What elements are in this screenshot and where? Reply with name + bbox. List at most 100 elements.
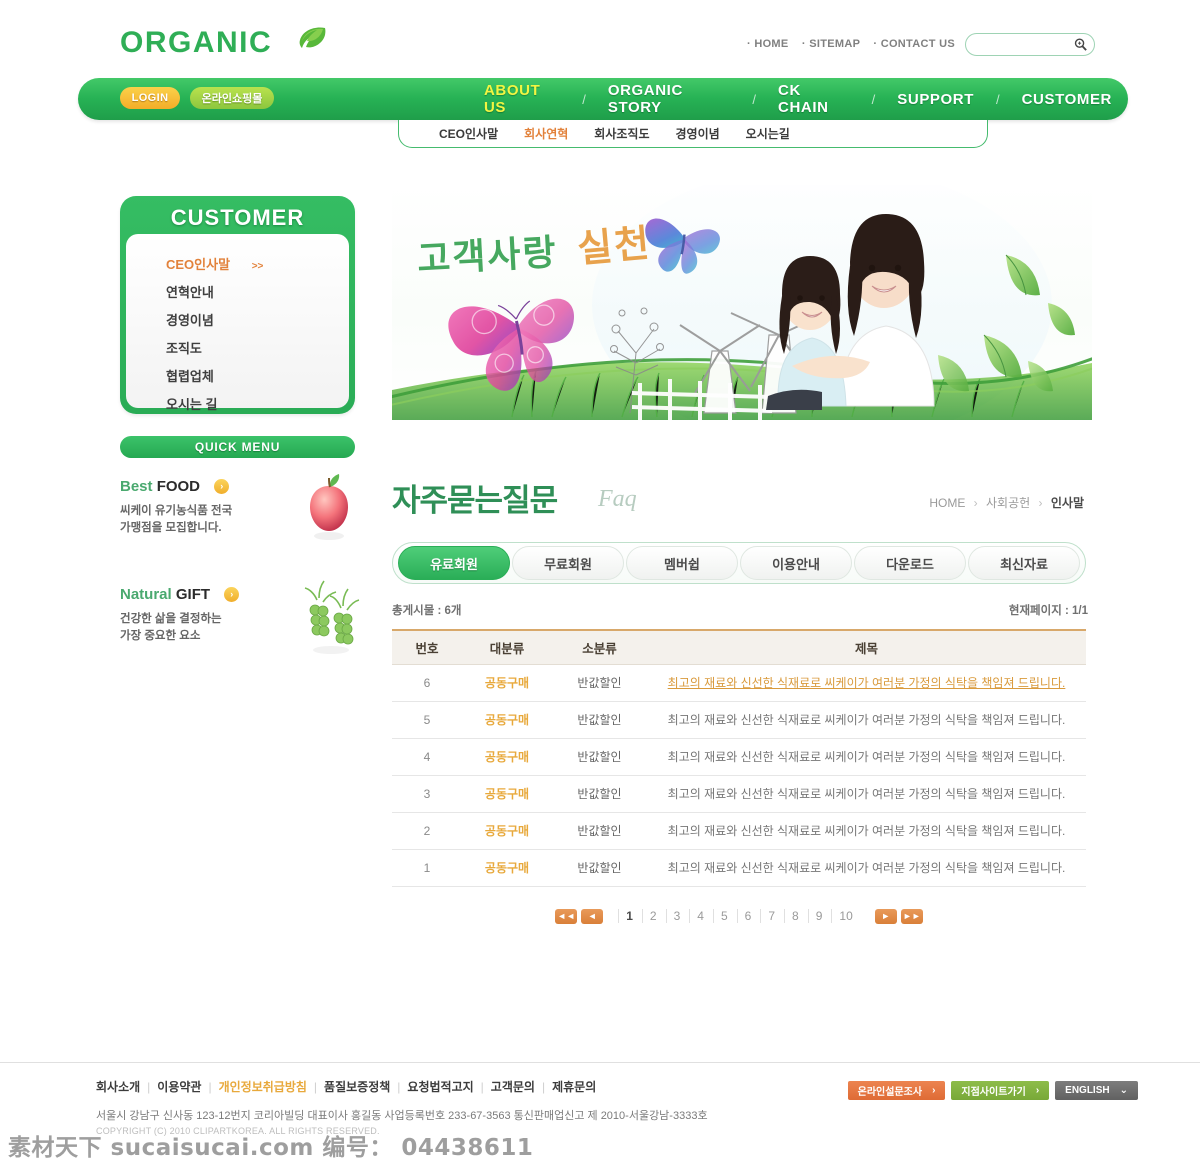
chevron-right-icon[interactable]: › xyxy=(224,587,240,602)
chevron-right-icon[interactable]: › xyxy=(214,479,230,494)
footer-link-legal[interactable]: 요청법적고지 xyxy=(407,1080,473,1094)
cell-title[interactable]: 최고의 재료와 신선한 식재료로 씨케이가 여러분 가정의 식탁을 책임져 드립… xyxy=(647,775,1086,813)
subnav-item-company-history[interactable]: 회사연혁 xyxy=(516,125,576,142)
pagination-prev-button[interactable]: ◄ xyxy=(581,908,604,924)
cell-subcategory: 반값할인 xyxy=(552,849,647,887)
cell-category[interactable]: 공동구매 xyxy=(462,849,552,887)
branch-site-button[interactable]: 지점사이트가기 › xyxy=(951,1081,1050,1100)
nav-item-about-us[interactable]: ABOUT US xyxy=(468,82,576,116)
footer-link-customer[interactable]: 고객문의 xyxy=(491,1080,535,1094)
online-survey-button[interactable]: 온라인설문조사 › xyxy=(847,1081,946,1100)
nav-separator: / xyxy=(752,91,757,107)
column-header-subcategory: 소분류 xyxy=(552,629,647,665)
pagination-page-5[interactable]: 5 xyxy=(712,909,735,923)
pagination-next-button[interactable]: ► xyxy=(874,908,897,924)
cell-no: 3 xyxy=(392,775,462,813)
table-row[interactable]: 6 공동구매 반값할인 최고의 재료와 신선한 식재료로 씨케이가 여러분 가정… xyxy=(392,664,1086,702)
sidebar-item-org-chart[interactable]: 조직도 xyxy=(166,338,349,357)
tab-usage-guide[interactable]: 이용안내 xyxy=(740,546,852,580)
footer-link-about[interactable]: 회사소개 xyxy=(96,1080,140,1094)
table-row[interactable]: 5 공동구매 반값할인 최고의 재료와 신선한 식재료로 씨케이가 여러분 가정… xyxy=(392,701,1086,739)
hero-banner: 고객사랑 실천 xyxy=(392,185,1092,420)
page-title-en: Faq xyxy=(598,486,637,512)
leaf-icon xyxy=(299,27,326,48)
subnav-item-directions[interactable]: 오시는길 xyxy=(738,125,798,142)
cell-subcategory: 반값할인 xyxy=(552,664,647,702)
pagination-page-2[interactable]: 2 xyxy=(641,909,664,923)
table-row[interactable]: 2 공동구매 반값할인 최고의 재료와 신선한 식재료로 씨케이가 여러분 가정… xyxy=(392,812,1086,850)
cell-title[interactable]: 최고의 재료와 신선한 식재료로 씨케이가 여러분 가정의 식탁을 책임져 드립… xyxy=(647,664,1086,702)
top-link-contact[interactable]: · CONTACT US xyxy=(873,38,955,50)
sidebar-item-partners[interactable]: 협렵업체 xyxy=(166,366,349,385)
cell-category[interactable]: 공동구매 xyxy=(462,701,552,739)
online-shop-button[interactable]: 온라인쇼핑몰 xyxy=(190,87,274,109)
footer-divider-char: | xyxy=(541,1080,546,1094)
sidebar-item-history[interactable]: 연혁안내 xyxy=(166,282,349,301)
footer-divider-char: | xyxy=(397,1080,401,1094)
subnav-item-management-philosophy[interactable]: 경영이념 xyxy=(668,125,728,142)
footer-link-quality[interactable]: 품질보증정책 xyxy=(324,1080,390,1094)
footer-link-terms[interactable]: 이용약관 xyxy=(157,1080,201,1094)
customer-menu-title: CUSTOMER xyxy=(170,205,305,230)
tab-paid-member[interactable]: 유료회원 xyxy=(398,546,510,580)
pagination-last-button[interactable]: ►► xyxy=(900,908,923,924)
search-box[interactable] xyxy=(965,33,1095,56)
pagination-page-8[interactable]: 8 xyxy=(784,909,806,923)
chevron-right-icon: › xyxy=(932,1085,936,1096)
sidebar-item-directions[interactable]: 오시는 길 xyxy=(166,394,349,413)
nav-item-ck-chain[interactable]: CK CHAIN xyxy=(762,82,866,116)
subnav-item-org-chart[interactable]: 회사조직도 xyxy=(586,125,657,142)
pagination-page-7[interactable]: 7 xyxy=(760,909,782,923)
table-row[interactable]: 3 공동구매 반값할인 최고의 재료와 신선한 식재료로 씨케이가 여러분 가정… xyxy=(392,775,1086,813)
tab-download[interactable]: 다운로드 xyxy=(854,546,966,580)
cell-title[interactable]: 최고의 재료와 신선한 식재료로 씨케이가 여러분 가정의 식탁을 책임져 드립… xyxy=(647,701,1086,739)
chevron-right-icon: › xyxy=(1035,1085,1040,1096)
sub-navigation-bar: CEO인사말 회사연혁 회사조직도 경영이념 오시는길 xyxy=(398,120,988,148)
footer-divider xyxy=(0,1062,1200,1063)
pagination-page-6[interactable]: 6 xyxy=(736,909,759,923)
pagination-page-4[interactable]: 4 xyxy=(689,909,711,923)
main-navigation-bar: LOGIN 온라인쇼핑몰 ABOUT US / ORGANIC STORY / … xyxy=(78,78,1128,120)
quick-menu-title: QUICK MENU xyxy=(120,436,355,458)
site-header: ORGANIC · HOME · SITEMAP · CONTACT US xyxy=(0,0,1200,78)
cell-title[interactable]: 최고의 재료와 신선한 식재료로 씨케이가 여러분 가정의 식탁을 책임져 드립… xyxy=(647,849,1086,887)
tab-membership[interactable]: 멤버쉽 xyxy=(626,546,738,580)
pagination-page-1[interactable]: 1 xyxy=(618,909,640,923)
cell-title[interactable]: 최고의 재료와 신선한 식재료로 씨케이가 여러분 가정의 식탁을 책임져 드립… xyxy=(647,812,1086,850)
sidebar: CUSTOMER CEO인사말 >> 연혁안내 경영이념 조직도 협렵업체 오시… xyxy=(120,196,360,666)
footer-link-privacy[interactable]: 개인정보취급방침 xyxy=(219,1080,307,1094)
top-link-sitemap[interactable]: · SITEMAP xyxy=(802,38,860,50)
search-input[interactable] xyxy=(974,34,1074,55)
cell-category[interactable]: 공동구매 xyxy=(462,775,552,813)
nav-item-organic-story[interactable]: ORGANIC STORY xyxy=(592,82,747,116)
tab-free-member[interactable]: 무료회원 xyxy=(512,546,624,580)
footer-link-partnership[interactable]: 제휴문의 xyxy=(552,1080,596,1094)
pagination-page-9[interactable]: 9 xyxy=(807,909,830,923)
quick-menu-item-natural-gift[interactable]: Natural GIFT › 건강한 삶을 결정하는 가장 중요한 요소 xyxy=(120,580,360,666)
sidebar-item-philosophy[interactable]: 경영이념 xyxy=(166,310,349,329)
quick-menu-item-best-food[interactable]: Best FOOD › 씨케이 유기농식품 전국 가맹점을 모집합니다. xyxy=(120,474,355,558)
table-row[interactable]: 1 공동구매 반값할인 최고의 재료와 신선한 식재료로 씨케이가 여러분 가정… xyxy=(392,849,1086,887)
search-icon[interactable] xyxy=(1073,37,1088,52)
cell-category[interactable]: 공동구매 xyxy=(462,664,552,702)
tab-latest-data[interactable]: 최신자료 xyxy=(968,546,1080,580)
nav-item-customer[interactable]: CUSTOMER xyxy=(1006,91,1128,108)
sidebar-item-ceo-greeting[interactable]: CEO인사말 >> xyxy=(166,254,349,273)
login-button[interactable]: LOGIN xyxy=(120,87,180,109)
cell-category[interactable]: 공동구매 xyxy=(462,812,552,850)
table-header: 번호 대분류 소분류 제목 xyxy=(392,629,1086,665)
top-utility-links: · HOME · SITEMAP · CONTACT US xyxy=(747,38,955,50)
cell-title[interactable]: 최고의 재료와 신선한 식재료로 씨케이가 여러분 가정의 식탁을 책임져 드립… xyxy=(647,738,1086,776)
cell-category[interactable]: 공동구매 xyxy=(462,738,552,776)
subnav-item-ceo-greeting[interactable]: CEO인사말 xyxy=(431,125,506,142)
site-logo[interactable]: ORGANIC xyxy=(120,26,272,60)
pagination-page-10[interactable]: 10 xyxy=(831,909,859,923)
breadcrumb-item-social[interactable]: 사회공헌 xyxy=(986,496,1030,510)
nav-item-support[interactable]: SUPPORT xyxy=(881,91,990,108)
language-select-button[interactable]: ENGLISH ⌄ xyxy=(1055,1081,1138,1100)
top-link-home[interactable]: · HOME xyxy=(747,38,789,50)
pagination-page-3[interactable]: 3 xyxy=(665,909,688,923)
pagination-first-button[interactable]: ◄◄ xyxy=(555,908,578,924)
table-row[interactable]: 4 공동구매 반값할인 최고의 재료와 신선한 식재료로 씨케이가 여러분 가정… xyxy=(392,738,1086,776)
breadcrumb-item-home[interactable]: HOME xyxy=(929,496,965,510)
